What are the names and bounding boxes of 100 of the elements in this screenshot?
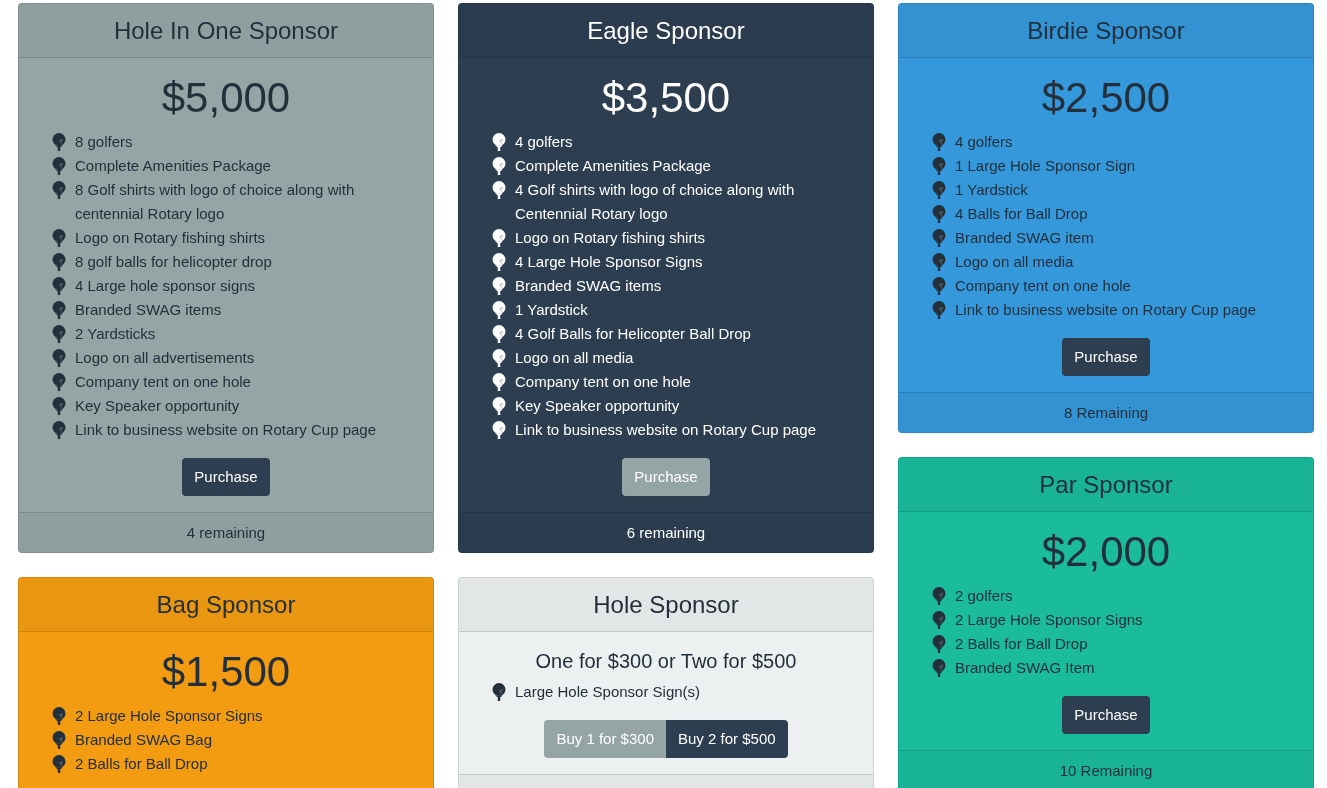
feature-text: 4 Large Hole Sponsor Signs [515, 252, 703, 272]
feature-text: Company tent on one hole [75, 372, 251, 392]
golf-ball-on-tee-icon [52, 397, 66, 415]
golf-ball-on-tee-icon [52, 421, 66, 439]
price-text: $5,000 [160, 75, 292, 121]
remaining-count: 8 Remaining [1063, 403, 1149, 423]
card-title: Eagle Sponsor [586, 16, 746, 46]
purchase-button[interactable]: Purchase [1062, 696, 1150, 734]
golf-ball-on-tee-icon [932, 277, 946, 295]
price-options-text: One for $300 or Two for $500 [534, 649, 798, 673]
feature-text: Logo on all advertisements [75, 348, 255, 368]
golf-ball-on-tee-icon [932, 301, 946, 319]
feature-text: 2 Yardsticks [75, 324, 156, 344]
golf-ball-on-tee-icon [932, 229, 946, 247]
feature-text: 2 golfers [955, 586, 1013, 606]
golf-ball-on-tee-icon [932, 611, 946, 629]
remaining-count: 6 remaining [626, 523, 706, 543]
feature-text: Branded SWAG Item [955, 658, 1095, 678]
golf-ball-on-tee-icon [52, 707, 66, 725]
golf-ball-on-tee-icon [52, 325, 66, 343]
feature-text: 8 Golf shirts with logo of choice along with centennial Rotary logo [75, 180, 356, 224]
feature-text: Link to business website on Rotary Cup page [515, 420, 816, 440]
golf-ball-on-tee-icon [932, 635, 946, 653]
feature-text: 2 Large Hole Sponsor Signs [955, 610, 1143, 630]
golf-ball-on-tee-icon [52, 349, 66, 367]
feature-text: Company tent on one hole [955, 276, 1131, 296]
golf-ball-on-tee-icon [52, 181, 66, 199]
golf-ball-on-tee-icon [492, 277, 506, 295]
golf-ball-on-tee-icon [52, 277, 66, 295]
price-text: $1,500 [160, 649, 292, 695]
feature-text: 1 Yardstick [515, 300, 588, 320]
feature-text: 8 golfers [75, 132, 133, 152]
feature-text: Branded SWAG item [955, 228, 1094, 248]
golf-ball-on-tee-icon [492, 229, 506, 247]
feature-text: Link to business website on Rotary Cup page [75, 420, 376, 440]
feature-text: Complete Amenities Package [75, 156, 271, 176]
golf-ball-on-tee-icon [932, 181, 946, 199]
price-text: $3,500 [600, 75, 732, 121]
feature-text: Logo on Rotary fishing shirts [75, 228, 266, 248]
feature-text: Branded SWAG items [75, 300, 222, 320]
golf-ball-on-tee-icon [492, 373, 506, 391]
card-title: Birdie Sponsor [1026, 16, 1186, 46]
golf-ball-on-tee-icon [492, 181, 506, 199]
feature-text: 2 Large Hole Sponsor Signs [75, 706, 263, 726]
golf-ball-on-tee-icon [932, 157, 946, 175]
golf-ball-on-tee-icon [52, 253, 66, 271]
card-title: Par Sponsor [1038, 470, 1174, 500]
feature-text: Company tent on one hole [515, 372, 691, 392]
price-text: $2,000 [1040, 529, 1172, 575]
golf-ball-on-tee-icon [52, 755, 66, 773]
golf-ball-on-tee-icon [492, 253, 506, 271]
golf-ball-on-tee-icon [932, 587, 946, 605]
feature-text: Logo on Rotary fishing shirts [515, 228, 706, 248]
feature-text: 1 Large Hole Sponsor Sign [955, 156, 1136, 176]
feature-text: 4 Golf Balls for Helicopter Ball Drop [515, 324, 751, 344]
golf-ball-on-tee-icon [492, 325, 506, 343]
feature-text: Branded SWAG items [515, 276, 662, 296]
feature-text: Logo on all media [955, 252, 1074, 272]
remaining-count: 4 remaining [186, 523, 266, 543]
golf-ball-on-tee-icon [492, 133, 506, 151]
remaining-count: 10 Remaining [1059, 761, 1153, 781]
golf-ball-on-tee-icon [492, 349, 506, 367]
golf-ball-on-tee-icon [492, 397, 506, 415]
feature-text: 8 golf balls for helicopter drop [75, 252, 272, 272]
card-title: Hole In One Sponsor [112, 16, 340, 46]
feature-text: Logo on all media [515, 348, 634, 368]
golf-ball-on-tee-icon [492, 683, 506, 701]
feature-text: 4 Golf shirts with logo of choice along with Centennial Rotary logo [515, 180, 796, 224]
feature-text: Branded SWAG Bag [75, 730, 212, 750]
golf-ball-on-tee-icon [492, 157, 506, 175]
option-button[interactable]: Buy 2 for $500 [666, 720, 788, 758]
golf-ball-on-tee-icon [52, 229, 66, 247]
golf-ball-on-tee-icon [932, 253, 946, 271]
feature-text: Key Speaker opportunity [75, 396, 240, 416]
feature-text: 2 Balls for Ball Drop [955, 634, 1088, 654]
golf-ball-on-tee-icon [52, 157, 66, 175]
purchase-button[interactable]: Purchase [1062, 338, 1150, 376]
golf-ball-on-tee-icon [52, 731, 66, 749]
feature-text: 4 golfers [515, 132, 573, 152]
feature-text: 1 Yardstick [955, 180, 1028, 200]
golf-ball-on-tee-icon [932, 133, 946, 151]
feature-text: 4 Balls for Ball Drop [955, 204, 1088, 224]
golf-ball-on-tee-icon [932, 205, 946, 223]
feature-text: Complete Amenities Package [515, 156, 711, 176]
golf-ball-on-tee-icon [52, 133, 66, 151]
feature-text: Large Hole Sponsor Sign(s) [515, 682, 701, 702]
purchase-button[interactable]: Purchase [182, 458, 270, 496]
card-title: Bag Sponsor [155, 590, 297, 620]
golf-ball-on-tee-icon [52, 373, 66, 391]
golf-ball-on-tee-icon [492, 421, 506, 439]
price-text: $2,500 [1040, 75, 1172, 121]
feature-text: 4 golfers [955, 132, 1013, 152]
feature-text: Link to business website on Rotary Cup page [955, 300, 1256, 320]
feature-text: 4 Large hole sponsor signs [75, 276, 256, 296]
feature-text: 2 Balls for Ball Drop [75, 754, 208, 774]
feature-text: Key Speaker opportunity [515, 396, 680, 416]
golf-ball-on-tee-icon [932, 659, 946, 677]
golf-ball-on-tee-icon [52, 301, 66, 319]
card-title: Hole Sponsor [592, 590, 740, 620]
golf-ball-on-tee-icon [492, 301, 506, 319]
